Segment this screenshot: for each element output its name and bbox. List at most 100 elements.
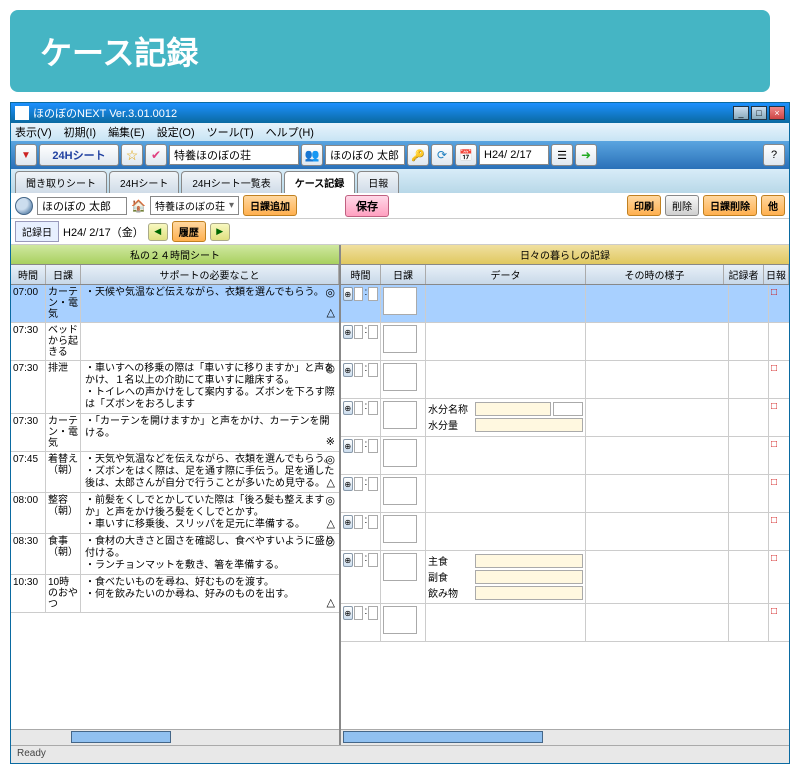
table-row[interactable]: 07:30ベッドから起きる (11, 323, 339, 361)
people-button[interactable] (301, 144, 323, 166)
search-icon[interactable] (15, 197, 33, 215)
calendar-button[interactable] (455, 144, 477, 166)
time-input[interactable] (368, 515, 378, 529)
task-input[interactable] (383, 439, 417, 467)
table-row[interactable]: 10:3010時のおやつ・食べたいものを尋ね、好むものを渡す。・何を飲みたいのか… (11, 575, 339, 613)
key-button[interactable] (407, 144, 429, 166)
cell-recorder[interactable] (729, 604, 769, 641)
task-input[interactable] (383, 287, 417, 315)
menu-help[interactable]: ヘルプ(H) (266, 124, 314, 140)
time-input[interactable] (368, 606, 378, 620)
time-input[interactable] (354, 606, 364, 620)
favorite-button[interactable] (121, 144, 143, 166)
task-input[interactable] (383, 606, 417, 634)
time-input[interactable] (368, 477, 378, 491)
cell-state[interactable] (586, 513, 729, 550)
cell-report[interactable]: □ (769, 604, 789, 641)
facility-field[interactable]: 特養ほのぼの荘 (169, 145, 299, 165)
time-input[interactable] (354, 401, 364, 415)
cell-report[interactable]: □ (769, 513, 789, 550)
cell-state[interactable] (586, 361, 729, 398)
time-input[interactable] (354, 287, 364, 301)
cell-report[interactable]: □ (769, 437, 789, 474)
record-row[interactable]: ⊕:水分名称水分量□ (341, 399, 789, 437)
user-field[interactable]: ほのぼの 太郎 (325, 145, 405, 165)
menu-initial[interactable]: 初期(I) (64, 124, 96, 140)
cell-report[interactable]: □ (769, 285, 789, 322)
task-input[interactable] (383, 401, 417, 429)
delete-button[interactable]: 削除 (665, 195, 699, 216)
task-input[interactable] (383, 363, 417, 391)
cell-report[interactable]: □ (769, 475, 789, 512)
cell-task[interactable] (381, 437, 426, 474)
table-row[interactable]: 07:30排泄・車いすへの移乗の際は「車いすに移りますか」と声をかけ、１名以上の… (11, 361, 339, 414)
maximize-button[interactable]: □ (751, 106, 767, 120)
cell-recorder[interactable] (729, 399, 769, 436)
expand-button[interactable]: ⊕ (343, 553, 353, 567)
cell-state[interactable] (586, 604, 729, 641)
cell-state[interactable] (586, 323, 729, 360)
cell-task[interactable] (381, 551, 426, 603)
expand-button[interactable]: ⊕ (343, 477, 353, 491)
right-hscroll[interactable] (341, 729, 789, 745)
record-row[interactable]: ⊕:□ (341, 285, 789, 323)
cell-recorder[interactable] (729, 475, 769, 512)
time-input[interactable] (354, 553, 364, 567)
other-button[interactable]: 他 (761, 195, 785, 216)
time-input[interactable] (368, 287, 378, 301)
task-input[interactable] (383, 477, 417, 505)
left-hscroll[interactable] (11, 729, 339, 745)
field-input[interactable] (475, 586, 583, 600)
cell-state[interactable] (586, 399, 729, 436)
cell-report[interactable] (769, 323, 789, 360)
tab-24h-sheet[interactable]: 24Hシート (109, 171, 179, 193)
user-select[interactable]: ほのぼの 太郎 (37, 197, 127, 215)
field-input[interactable] (475, 554, 583, 568)
expand-button[interactable]: ⊕ (343, 287, 353, 301)
field-input[interactable] (475, 570, 583, 584)
time-input[interactable] (368, 363, 378, 377)
tab-case-record[interactable]: ケース記録 (284, 171, 356, 193)
expand-button[interactable]: ⊕ (343, 439, 353, 453)
record-row[interactable]: ⊕:□ (341, 437, 789, 475)
cell-state[interactable] (586, 475, 729, 512)
expand-button[interactable]: ⊕ (343, 325, 353, 339)
expand-button[interactable]: ⊕ (343, 401, 353, 415)
tab-listening[interactable]: 聞き取りシート (15, 171, 107, 193)
menu-view[interactable]: 表示(V) (15, 124, 52, 140)
menu-settings[interactable]: 設定(O) (157, 124, 195, 140)
record-row[interactable]: ⊕:□ (341, 361, 789, 399)
check-button[interactable] (145, 144, 167, 166)
field-input[interactable] (475, 402, 551, 416)
list-button[interactable]: ☰ (551, 144, 573, 166)
close-button[interactable]: × (769, 106, 785, 120)
task-input[interactable] (383, 515, 417, 543)
help-button[interactable]: ? (763, 144, 785, 166)
field-input[interactable] (475, 418, 583, 432)
record-row[interactable]: ⊕:□ (341, 475, 789, 513)
table-row[interactable]: 08:00整容（朝）・前髪をくしでとかしていた際は「後ろ髪も整えますか」と声をか… (11, 493, 339, 534)
prev-day-button[interactable]: ◀ (148, 223, 168, 241)
table-row[interactable]: 07:00カーテン・電気・天候や気温など伝えながら、衣類を選んでもらう。◎△ (11, 285, 339, 323)
minimize-button[interactable]: _ (733, 106, 749, 120)
expand-button[interactable]: ⊕ (343, 363, 353, 377)
task-input[interactable] (383, 553, 417, 581)
time-input[interactable] (368, 553, 378, 567)
add-schedule-button[interactable]: 日課追加 (243, 195, 297, 216)
record-row[interactable]: ⊕:□ (341, 513, 789, 551)
cell-task[interactable] (381, 475, 426, 512)
cell-task[interactable] (381, 604, 426, 641)
cell-task[interactable] (381, 285, 426, 322)
facility-select[interactable]: 特養ほのぼの荘 (150, 196, 239, 215)
cell-recorder[interactable] (729, 285, 769, 322)
refresh-button[interactable] (431, 144, 453, 166)
cell-task[interactable] (381, 361, 426, 398)
cell-state[interactable] (586, 551, 729, 603)
time-input[interactable] (368, 325, 378, 339)
time-input[interactable] (368, 401, 378, 415)
cell-recorder[interactable] (729, 513, 769, 550)
field-unit[interactable] (553, 402, 583, 416)
sheet-button[interactable]: 24Hシート (39, 144, 119, 166)
record-row[interactable]: ⊕:主食副食飲み物□ (341, 551, 789, 604)
delete-schedule-button[interactable]: 日課削除 (703, 195, 757, 216)
